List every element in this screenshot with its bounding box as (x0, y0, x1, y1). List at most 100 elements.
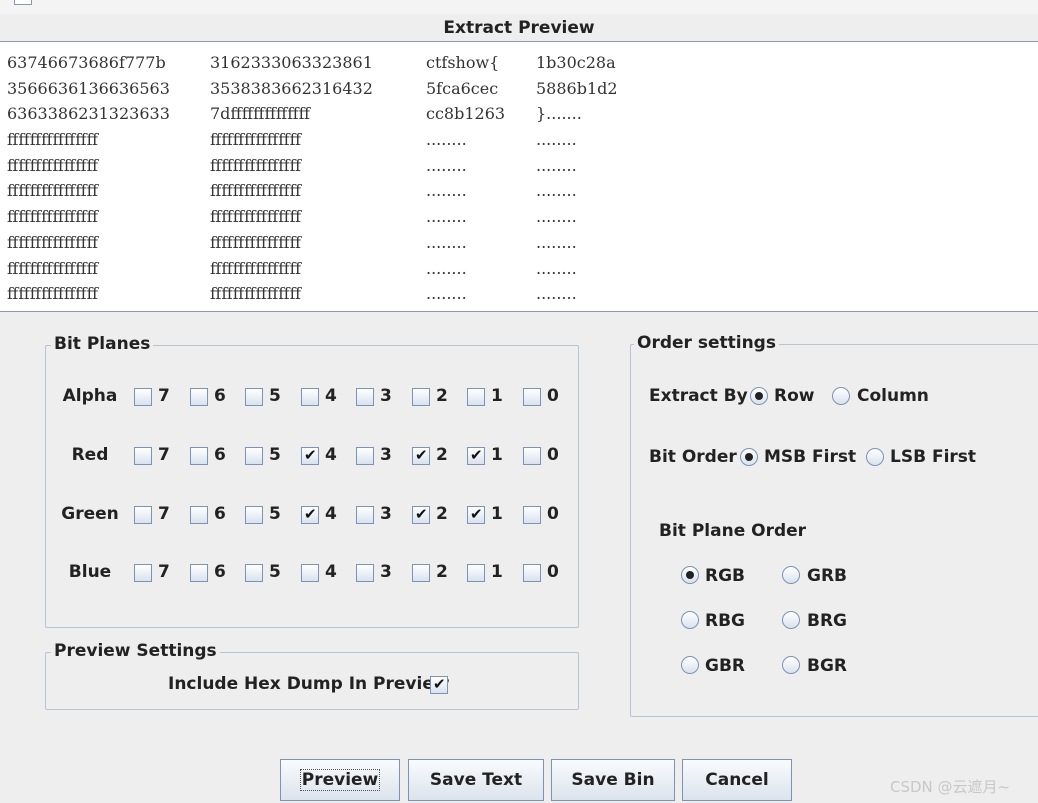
alpha-bit-0-label: 0 (547, 386, 559, 406)
hex-dump-cell: ........ (426, 181, 467, 201)
hex-dump-cell: 5fca6cec (426, 78, 499, 98)
green-bit-3-checkbox[interactable] (356, 506, 374, 524)
alpha-bit-7-checkbox[interactable] (134, 388, 152, 406)
alpha-bit-4-checkbox[interactable] (301, 388, 319, 406)
save-text-button[interactable]: Save Text (408, 759, 544, 801)
green-bit-1-checkbox[interactable] (467, 505, 485, 524)
order-brg-radio[interactable] (782, 611, 800, 629)
red-bit-4-checkbox[interactable] (301, 446, 319, 465)
hex-dump-cell: ........ (536, 284, 577, 304)
save-bin-button[interactable]: Save Bin (551, 759, 675, 801)
order-brg-label: BRG (807, 611, 848, 631)
msb-first-radio[interactable] (740, 448, 758, 466)
red-bit-3-label: 3 (380, 445, 392, 465)
blue-bit-1-checkbox[interactable] (467, 564, 485, 582)
blue-bit-0-checkbox[interactable] (523, 564, 541, 582)
red-bit-0-checkbox[interactable] (523, 447, 541, 465)
hex-dump-cell: 5886b1d2 (536, 78, 618, 98)
hex-dump-cell: ........ (426, 207, 467, 227)
extract-preview-text[interactable]: 63746673686f777b 3162333063323861 ctfshow{… (0, 42, 1038, 312)
alpha-bit-6-label: 6 (214, 386, 226, 406)
hex-dump-cell: ........ (536, 181, 577, 201)
hex-dump-cell: ........ (426, 284, 467, 304)
order-rgb-radio[interactable] (681, 566, 699, 584)
order-gbr-label: GBR (705, 656, 746, 676)
hex-dump-row: ffffffffffffffff ffffffffffffffff........… (7, 127, 618, 153)
hex-dump-checkbox[interactable] (430, 675, 448, 694)
extract-by-column-radio[interactable] (832, 387, 850, 405)
blue-bit-1-label: 1 (491, 562, 503, 582)
hex-dump-row: ffffffffffffffff ffffffffffffffff........… (7, 204, 618, 230)
blue-bit-3-checkbox[interactable] (356, 564, 374, 582)
order-rbg-radio[interactable] (681, 611, 699, 629)
hex-dump-row: ffffffffffffffff ffffffffffffffff........… (7, 281, 618, 307)
extract-by-row-radio[interactable] (750, 387, 768, 405)
green-bit-4-checkbox[interactable] (301, 505, 319, 524)
order-grb-label: GRB (807, 566, 848, 586)
blue-bit-6-checkbox[interactable] (190, 564, 208, 582)
hex-dump-cell: ........ (426, 130, 467, 150)
hex-dump-cell: ctfshow{ (426, 53, 500, 72)
green-bit-7-checkbox[interactable] (134, 506, 152, 524)
blue-bit-5-checkbox[interactable] (245, 564, 263, 582)
hex-dump-cell: ffffffffffffffff (7, 284, 98, 304)
alpha-bit-0-checkbox[interactable] (523, 388, 541, 406)
hex-dump-row: 63746673686f777b 3162333063323861 ctfshow{… (7, 50, 618, 76)
alpha-bit-2-label: 2 (436, 386, 448, 406)
green-bit-6-label: 6 (214, 504, 226, 524)
alpha-bit-1-checkbox[interactable] (467, 388, 485, 406)
hex-dump-cell: ........ (536, 232, 577, 252)
hex-dump-cell: ........ (426, 155, 467, 175)
green-bit-2-label: 2 (436, 504, 448, 524)
red-bit-1-checkbox[interactable] (467, 446, 485, 465)
alpha-bit-5-checkbox[interactable] (245, 388, 263, 406)
alpha-bit-6-checkbox[interactable] (190, 388, 208, 406)
bit-planes-panel: Bit Planes Alpha 7 6 5 4 3 2 1 0 Red 7 6 5 4 3 2 1 0 Green… (45, 334, 579, 628)
blue-bit-4-checkbox[interactable] (301, 564, 319, 582)
green-bit-6-checkbox[interactable] (190, 506, 208, 524)
order-bgr-radio[interactable] (782, 656, 800, 674)
cancel-button[interactable]: Cancel (682, 759, 792, 801)
top-strip (0, 0, 1038, 14)
channel-label-blue: Blue (68, 562, 112, 582)
red-bit-4-label: 4 (325, 445, 337, 465)
red-bit-0-label: 0 (547, 445, 559, 465)
order-rgb-label: RGB (705, 566, 746, 586)
red-bit-3-checkbox[interactable] (356, 447, 374, 465)
blue-bit-7-checkbox[interactable] (134, 564, 152, 582)
hex-dump-cell: ffffffffffffffff (210, 207, 301, 227)
green-bit-2-checkbox[interactable] (412, 505, 430, 524)
hex-dump-row: ffffffffffffffff ffffffffffffffff........… (7, 178, 618, 204)
blue-bit-6-label: 6 (214, 562, 226, 582)
order-grb-radio[interactable] (782, 566, 800, 584)
red-bit-2-checkbox[interactable] (412, 446, 430, 465)
channel-label-red: Red (71, 445, 109, 465)
save-text-button-label: Save Text (429, 770, 523, 790)
green-bit-1-label: 1 (491, 504, 503, 524)
bit-planes-title: Bit Planes (51, 334, 154, 354)
order-bgr-label: BGR (807, 656, 848, 676)
green-bit-3-label: 3 (380, 504, 392, 524)
hex-dump-cell: ffffffffffffffff (210, 155, 301, 175)
red-bit-6-checkbox[interactable] (190, 447, 208, 465)
green-bit-5-checkbox[interactable] (245, 506, 263, 524)
blue-bit-2-label: 2 (436, 562, 448, 582)
hex-dump-cell: ........ (426, 258, 467, 278)
blue-bit-7-label: 7 (158, 562, 170, 582)
order-gbr-radio[interactable] (681, 656, 699, 674)
preview-button[interactable]: Preview (280, 759, 400, 801)
hex-dump-cell: ........ (426, 232, 467, 252)
alpha-bit-4-label: 4 (325, 386, 337, 406)
blue-bit-2-checkbox[interactable] (412, 564, 430, 582)
hex-dump-cell: ffffffffffffffff (7, 207, 98, 227)
blue-bit-4-label: 4 (325, 562, 337, 582)
hex-dump-row: ffffffffffffffff ffffffffffffffff........… (7, 256, 618, 282)
alpha-bit-2-checkbox[interactable] (412, 388, 430, 406)
alpha-bit-3-label: 3 (380, 386, 392, 406)
alpha-bit-3-checkbox[interactable] (356, 388, 374, 406)
green-bit-0-checkbox[interactable] (523, 506, 541, 524)
red-bit-7-checkbox[interactable] (134, 447, 152, 465)
red-bit-5-checkbox[interactable] (245, 447, 263, 465)
lsb-first-radio[interactable] (866, 448, 884, 466)
blue-bit-5-label: 5 (269, 562, 281, 582)
